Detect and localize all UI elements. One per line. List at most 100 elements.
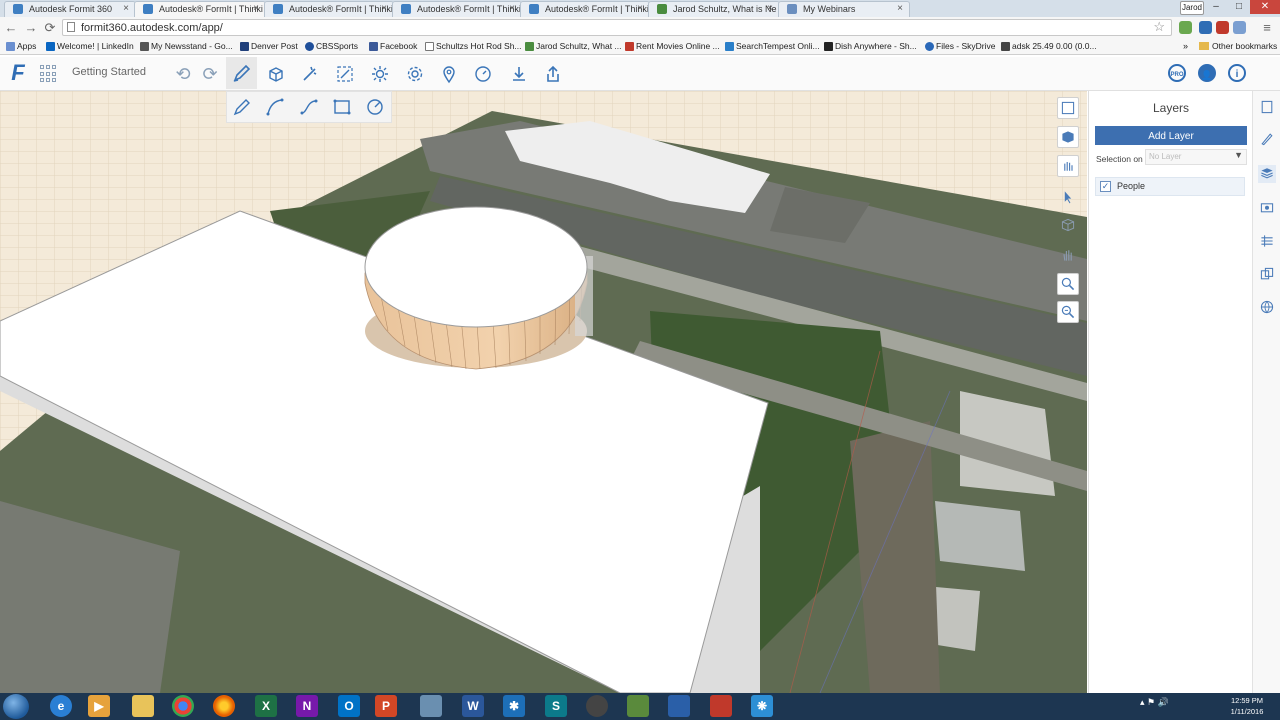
browser-tab[interactable]: Autodesk Formit 360 × [4,1,136,17]
maximize-button[interactable]: □ [1228,0,1250,14]
ie-icon[interactable]: e [50,695,72,717]
bookmark-linkedin[interactable]: Welcome! | LinkedIn [46,40,134,53]
bookmark-hotrod[interactable]: Schultzs Hot Rod Sh... [425,40,522,53]
browser-tab-active[interactable]: Autodesk® FormIt | Thinki × [134,1,266,17]
bookmark-jarod[interactable]: Jarod Schultz, What ... [525,40,622,53]
bookmark-adsk[interactable]: adsk 25.49 0.00 (0.0... [1001,40,1097,53]
spline-tool-button[interactable] [299,97,319,117]
bookmark-denver-post[interactable]: Denver Post [240,40,298,53]
orbit-button[interactable] [1057,155,1079,177]
view-cube-button[interactable] [1057,126,1079,148]
minimize-button[interactable]: – [1205,0,1227,14]
bookmark-star-icon[interactable]: ☆ [1153,19,1165,35]
bookmark-newsstand[interactable]: My Newsstand - Go... [140,40,233,53]
profile-button[interactable]: Jarod [1180,1,1204,15]
snipping-tool-icon[interactable] [420,695,442,717]
info-icon[interactable]: i [1228,64,1246,82]
zoom-button[interactable] [1057,273,1079,295]
browser-tab[interactable]: My Webinars × [778,1,910,17]
bookmark-searchtempest[interactable]: SearchTempest Onli... [725,40,820,53]
location-tool-button[interactable] [438,63,460,85]
edit-tool-button[interactable] [299,63,321,85]
zoom-extents-button[interactable] [1057,97,1079,119]
circle-tool-button[interactable] [365,97,385,117]
sketch-tool-button[interactable] [226,57,257,89]
bookmark-facebook[interactable]: Facebook [369,40,417,53]
firefox-icon[interactable] [213,695,235,717]
forward-button[interactable]: → [22,19,40,37]
extension-lastpass-icon[interactable] [1216,21,1229,34]
layer-row[interactable]: ✓ People [1095,177,1245,196]
extension-icon[interactable] [1233,21,1246,34]
chrome-icon[interactable] [172,695,194,717]
object-tool-button[interactable] [265,63,287,85]
browser-menu-icon[interactable]: ≡ [1258,19,1276,37]
close-icon[interactable]: × [509,2,515,16]
excel-icon[interactable]: X [255,695,277,717]
3d-view-button[interactable] [1057,215,1079,237]
browser-tab[interactable]: Jarod Schultz, What is Ne × [648,1,780,17]
browser-tab[interactable]: Autodesk® FormIt | Thinki × [520,1,650,17]
bookmark-dish[interactable]: Dish Anywhere - Sh... [824,40,917,53]
bookmark-rent-movies[interactable]: Rent Movies Online ... [625,40,720,53]
window-close-button[interactable]: ✕ [1250,0,1280,14]
line-tool-button[interactable] [232,97,252,117]
layers-tab-icon[interactable] [1258,165,1276,183]
content-library-tab-icon[interactable] [1258,299,1276,317]
formit-logo[interactable]: F [8,61,28,85]
browser-tab[interactable]: Autodesk® FormIt | Thinki × [392,1,522,17]
close-icon[interactable]: × [897,2,903,16]
app-icon[interactable] [586,695,608,717]
file-explorer-icon[interactable] [132,695,154,717]
levels-tab-icon[interactable] [1258,233,1276,251]
outlook-icon[interactable]: O [338,695,360,717]
close-icon[interactable]: × [381,2,387,16]
select-button[interactable] [1057,187,1079,209]
undo-button[interactable]: ⟲ [172,63,194,85]
groups-tab-icon[interactable] [1258,266,1276,284]
scenes-tab-icon[interactable] [1258,199,1276,217]
browser-tab[interactable]: Autodesk® FormIt | Thinki × [264,1,394,17]
revit-icon[interactable] [668,695,690,717]
app-icon[interactable] [710,695,732,717]
bookmark-apps[interactable]: Apps [6,40,36,53]
zoom-window-button[interactable] [1057,301,1079,323]
pan-button[interactable] [1057,245,1079,267]
sketchbook-icon[interactable]: S [545,695,567,717]
back-button[interactable]: ← [2,19,20,37]
close-icon[interactable]: × [637,2,643,16]
powerpoint-icon[interactable]: P [375,695,397,717]
bookmarks-overflow-button[interactable]: » [1183,40,1188,53]
analysis-tool-button[interactable] [472,63,494,85]
extension-icon[interactable] [1199,21,1212,34]
account-icon[interactable]: 👤 [1198,64,1216,82]
url-input[interactable]: formit360.autodesk.com/app/ ☆ [62,19,1172,36]
other-bookmarks[interactable]: Other bookmarks [1199,40,1277,53]
selection-layer-select[interactable]: No Layer ▼ [1145,149,1247,165]
sun-tool-button[interactable] [369,63,391,85]
start-button[interactable] [3,694,29,719]
formit-taskbar-icon[interactable]: ❋ [751,695,773,717]
bookmark-cbssports[interactable]: CBSSports [305,40,358,53]
word-icon[interactable]: W [462,695,484,717]
system-tray[interactable]: ▴ ⚑ 🔊 [1140,697,1169,708]
scale-tool-button[interactable] [334,63,356,85]
extension-evernote-icon[interactable] [1179,21,1192,34]
3d-viewport[interactable] [0,91,1087,693]
bookmark-skydrive[interactable]: Files - SkyDrive [925,40,996,53]
close-icon[interactable]: × [123,2,129,16]
taskbar-clock[interactable]: 12:59 PM 1/11/2016 [1222,695,1272,717]
export-tool-button[interactable] [542,63,564,85]
app-icon[interactable] [627,695,649,717]
reload-button[interactable]: ⟳ [41,19,59,37]
arc-tool-button[interactable] [265,97,285,117]
grid-menu-icon[interactable] [40,65,58,83]
media-player-icon[interactable]: ▶ [88,695,110,717]
onenote-icon[interactable]: N [296,695,318,717]
pro-badge[interactable]: PRO [1168,64,1186,82]
materials-tab-icon[interactable] [1258,131,1276,149]
app-icon[interactable]: ✱ [503,695,525,717]
close-icon[interactable]: × [253,2,259,16]
add-layer-button[interactable]: Add Layer [1095,126,1247,145]
settings-tool-button[interactable] [404,63,426,85]
